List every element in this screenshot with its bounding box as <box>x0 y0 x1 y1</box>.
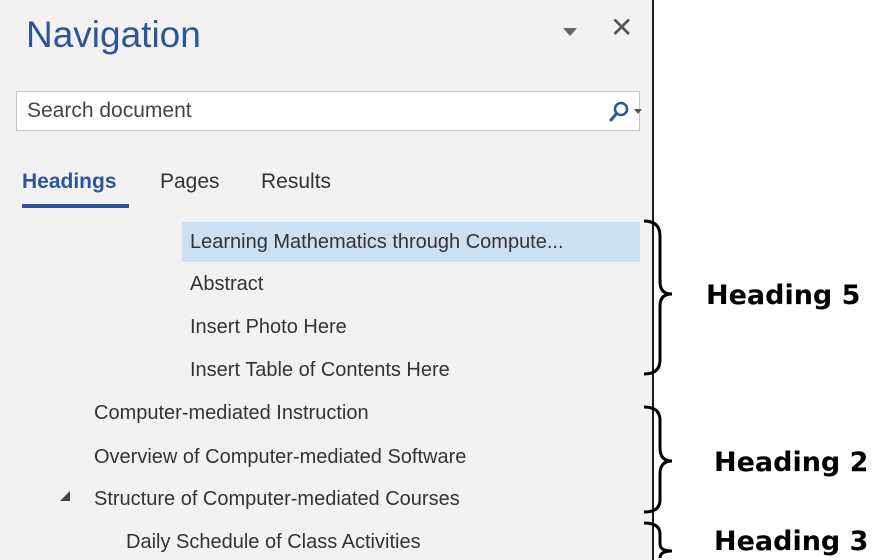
tab-pages[interactable]: Pages <box>160 170 220 194</box>
search-input[interactable] <box>17 92 587 130</box>
heading-item[interactable]: Insert Table of Contents Here <box>190 359 450 382</box>
search-icon[interactable] <box>609 101 629 123</box>
search-options-dropdown-icon[interactable] <box>634 109 642 114</box>
active-tab-indicator <box>22 204 129 208</box>
heading-item[interactable]: Insert Photo Here <box>190 316 347 339</box>
heading-item[interactable]: Learning Mathematics through Compute... <box>190 231 564 254</box>
heading-item[interactable]: Overview of Computer-mediated Software <box>94 446 466 469</box>
heading-item[interactable]: Structure of Computer-mediated Courses <box>94 488 460 511</box>
heading-3-label: Heading 3 <box>714 526 869 557</box>
navigation-pane: Navigation ✕ Headings Pages Results Lear… <box>0 0 654 560</box>
search-box <box>16 91 642 131</box>
heading-item[interactable]: Abstract <box>190 273 263 296</box>
tab-headings[interactable]: Headings <box>22 170 117 194</box>
heading-5-brace <box>643 219 673 376</box>
heading-2-brace <box>643 405 673 514</box>
pane-title: Navigation <box>26 14 201 55</box>
expand-collapse-icon[interactable] <box>60 491 70 501</box>
heading-item[interactable]: Computer-mediated Instruction <box>94 402 369 425</box>
tab-results[interactable]: Results <box>261 170 331 194</box>
close-icon[interactable]: ✕ <box>610 14 633 42</box>
task-pane-options-icon[interactable] <box>563 28 577 36</box>
heading-item[interactable]: Daily Schedule of Class Activities <box>126 531 421 554</box>
heading-2-label: Heading 2 <box>714 447 869 478</box>
heading-5-label: Heading 5 <box>706 280 861 311</box>
heading-3-brace <box>643 521 673 559</box>
